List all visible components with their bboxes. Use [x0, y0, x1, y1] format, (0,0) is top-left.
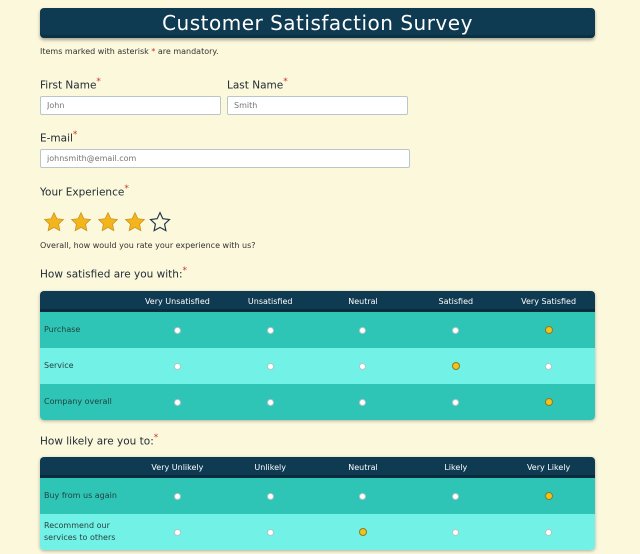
radio-cell: [409, 398, 502, 406]
star-filled-icon[interactable]: [43, 211, 65, 237]
mandatory-note: Items marked with asterisk * are mandato…: [40, 47, 219, 56]
column-header: Unlikely: [254, 463, 286, 472]
row-label: Service: [44, 361, 74, 370]
radio-option[interactable]: [266, 398, 274, 406]
radio-cell: [131, 362, 224, 370]
radio-option[interactable]: [173, 362, 181, 370]
column-header: Neutral: [348, 297, 378, 306]
radio-cell: [317, 362, 410, 370]
matrix-row: Company overall: [40, 384, 595, 420]
radio-selected[interactable]: [358, 528, 367, 536]
radio-cell: [409, 362, 502, 370]
email-input[interactable]: [40, 149, 410, 168]
matrix-row: Recommend our services to others: [40, 514, 595, 550]
radio-cell: [131, 492, 224, 500]
radio-cell: [502, 528, 595, 536]
radio-option[interactable]: [359, 492, 367, 500]
radio-option[interactable]: [452, 492, 460, 500]
experience-hint: Overall, how would you rate your experie…: [40, 241, 256, 250]
radio-cell: [502, 492, 595, 500]
radio-cell: [317, 398, 410, 406]
radio-cell: [317, 492, 410, 500]
radio-cell: [409, 528, 502, 536]
survey-title: Customer Satisfaction Survey: [40, 8, 595, 38]
radio-selected[interactable]: [544, 492, 553, 500]
experience-label: Your Experience*: [40, 184, 129, 199]
radio-cell: [131, 398, 224, 406]
radio-cell: [502, 326, 595, 334]
radio-option[interactable]: [266, 492, 274, 500]
radio-selected[interactable]: [544, 398, 553, 406]
row-label: Recommend our services to others: [44, 521, 116, 542]
radio-cell: [131, 528, 224, 536]
radio-cell: [409, 492, 502, 500]
radio-option[interactable]: [173, 528, 181, 536]
row-label: Company overall: [44, 397, 112, 406]
star-filled-icon[interactable]: [70, 211, 92, 237]
radio-option[interactable]: [545, 528, 553, 536]
matrix-row: Buy from us again: [40, 478, 595, 514]
likelihood-matrix: Very Unlikely Unlikely Neutral Likely Very L…: [40, 457, 595, 550]
column-header: Unsatisfied: [247, 297, 293, 306]
radio-option[interactable]: [545, 362, 553, 370]
radio-option[interactable]: [359, 398, 367, 406]
radio-cell: [502, 398, 595, 406]
radio-selected[interactable]: [544, 326, 553, 334]
likelihood-header: Very Unlikely Unlikely Neutral Likely Very L…: [40, 457, 595, 478]
column-header: Very Likely: [526, 463, 571, 472]
radio-selected[interactable]: [451, 362, 460, 370]
radio-option[interactable]: [452, 326, 460, 334]
star-rating: [43, 211, 171, 237]
radio-option[interactable]: [359, 326, 367, 334]
radio-option[interactable]: [266, 326, 274, 334]
matrix-row: Purchase: [40, 312, 595, 348]
radio-option[interactable]: [452, 398, 460, 406]
row-label: Buy from us again: [44, 491, 117, 500]
radio-cell: [224, 362, 317, 370]
column-header: Neutral: [348, 463, 378, 472]
radio-cell: [131, 326, 224, 334]
radio-option[interactable]: [266, 528, 274, 536]
radio-cell: [317, 326, 410, 334]
row-label: Purchase: [44, 325, 81, 334]
first-name-input[interactable]: [40, 96, 221, 115]
star-filled-icon[interactable]: [97, 211, 119, 237]
radio-cell: [317, 528, 410, 536]
radio-cell: [224, 398, 317, 406]
column-header: Very Unlikely: [151, 463, 204, 472]
radio-option[interactable]: [173, 492, 181, 500]
satisfaction-label: How satisfied are you with:*: [40, 266, 187, 281]
first-name-label: First Name*: [40, 77, 101, 92]
satisfaction-matrix: Very Unsatisfied Unsatisfied Neutral Satisf…: [40, 291, 595, 420]
column-header: Satisfied: [438, 297, 474, 306]
radio-option[interactable]: [173, 326, 181, 334]
last-name-input[interactable]: [227, 96, 408, 115]
last-name-label: Last Name*: [227, 77, 288, 92]
column-header: Very Satisfied: [521, 297, 577, 306]
radio-option[interactable]: [173, 398, 181, 406]
likelihood-label: How likely are you to:*: [40, 433, 159, 448]
radio-cell: [224, 492, 317, 500]
survey-form: Customer Satisfaction Survey Items marke…: [40, 8, 595, 56]
column-header: Very Unsatisfied: [144, 297, 210, 306]
matrix-row: Service: [40, 348, 595, 384]
column-header: Likely: [444, 463, 468, 472]
satisfaction-header: Very Unsatisfied Unsatisfied Neutral Satisf…: [40, 291, 595, 312]
radio-option[interactable]: [452, 528, 460, 536]
radio-cell: [224, 326, 317, 334]
radio-cell: [502, 362, 595, 370]
radio-option[interactable]: [359, 362, 367, 370]
email-label: E-mail*: [40, 130, 78, 145]
radio-cell: [224, 528, 317, 536]
radio-option[interactable]: [266, 362, 274, 370]
star-empty-icon[interactable]: [149, 211, 171, 237]
radio-cell: [409, 326, 502, 334]
star-filled-icon[interactable]: [124, 211, 146, 237]
